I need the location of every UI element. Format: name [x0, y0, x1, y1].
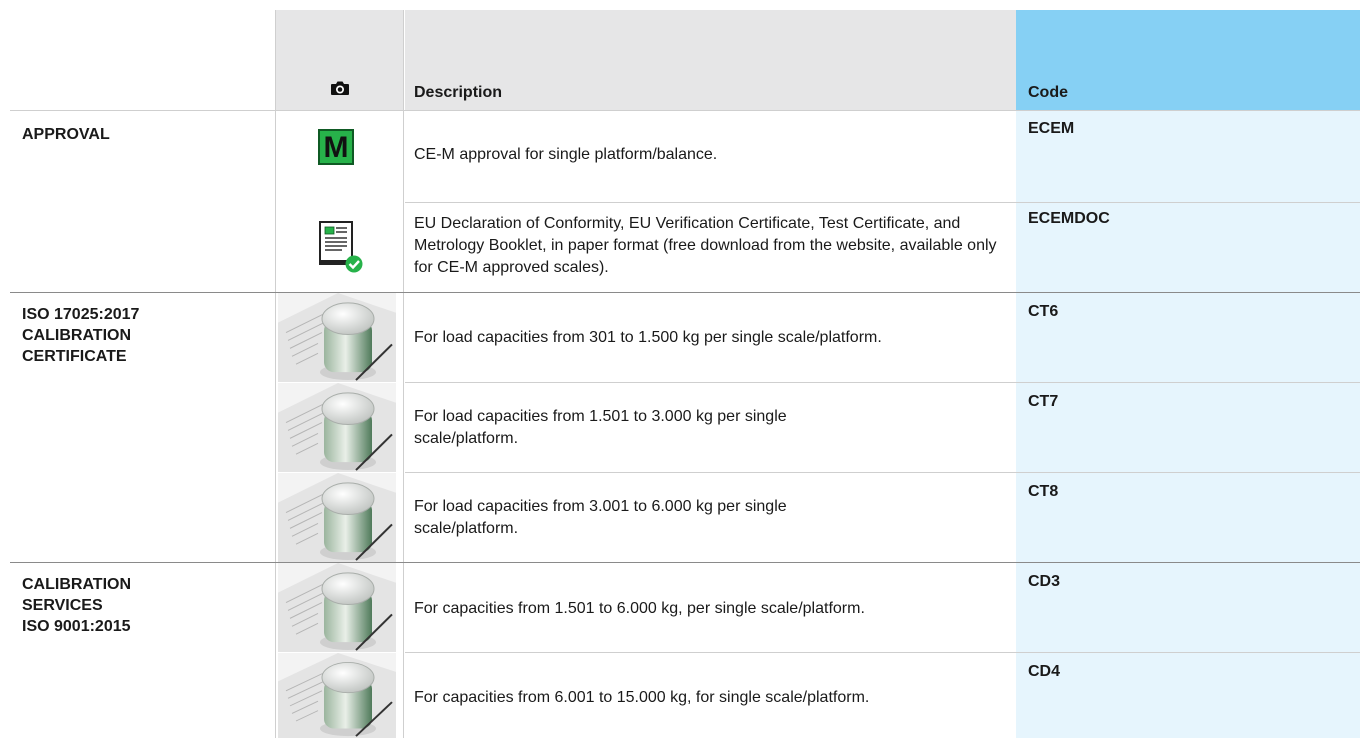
row-divider [405, 652, 1360, 653]
row-description: For capacities from 1.501 to 6.000 kg, p… [414, 600, 865, 617]
row-code: CD3 [1028, 573, 1061, 590]
header-description-label: Description [414, 84, 503, 101]
row-divider [405, 382, 1360, 383]
calibration-weight-photo [278, 653, 396, 738]
row-description: For load capacities from 301 to 1.500 kg… [414, 329, 882, 346]
row-code: CT6 [1028, 303, 1059, 320]
section-divider [10, 562, 1360, 563]
code-column [1016, 110, 1360, 738]
calibration-weight-photo [278, 293, 396, 382]
row-code: CT8 [1028, 483, 1059, 500]
calibration-weight-photo [278, 383, 396, 472]
row-divider [405, 472, 1360, 473]
column-divider [275, 10, 276, 738]
row-code: ECEM [1028, 120, 1075, 137]
section-title-calibration-certificate: ISO 17025:2017 CALIBRATION CERTIFICATE [22, 306, 140, 365]
section-title-approval: APPROVAL [22, 126, 110, 143]
camera-icon [331, 81, 349, 95]
column-divider [403, 10, 404, 738]
section-title-calibration-services: CALIBRATION SERVICES ISO 9001:2015 [22, 576, 132, 635]
row-description: For capacities from 6.001 to 15.000 kg, … [414, 689, 870, 706]
row-description: CE-M approval for single platform/balanc… [414, 146, 718, 163]
row-divider [405, 202, 1360, 203]
calibration-weight-photo [278, 473, 396, 562]
row-description: For load capacities from 1.501 to 3.000 … [414, 408, 787, 447]
row-code: ECEMDOC [1028, 210, 1110, 227]
row-description: EU Declaration of Conformity, EU Verific… [414, 215, 997, 276]
calibration-weight-photo [278, 563, 396, 652]
row-code: CT7 [1028, 393, 1059, 410]
header-divider [10, 110, 1360, 111]
section-divider [10, 292, 1360, 293]
row-description: For load capacities from 3.001 to 6.000 … [414, 498, 787, 537]
ce-m-badge-icon: M [318, 129, 354, 165]
row-code: CD4 [1028, 663, 1061, 680]
certificate-check-icon [319, 221, 363, 273]
header-code-label: Code [1028, 84, 1068, 101]
